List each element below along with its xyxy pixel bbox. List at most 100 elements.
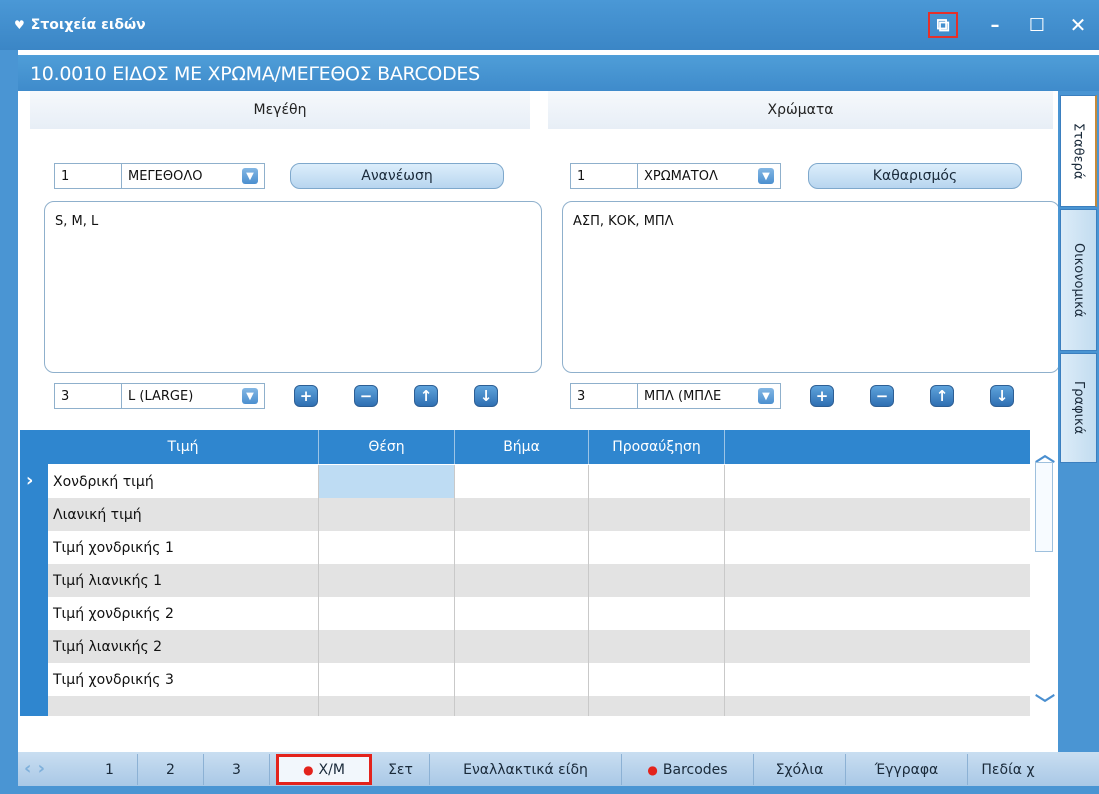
step-cell[interactable] bbox=[455, 564, 589, 597]
sizes-section-title: Μεγέθη bbox=[30, 91, 530, 129]
increase-cell[interactable] bbox=[589, 663, 725, 696]
add-color-button[interactable]: + bbox=[810, 385, 834, 407]
colors-list[interactable]: ΑΣΠ, ΚΟΚ, ΜΠΛ bbox=[562, 201, 1060, 373]
tab-comments[interactable]: Σχόλια bbox=[754, 754, 846, 785]
window-title-text: Στοιχεία ειδών bbox=[30, 17, 146, 33]
price-cell: Τιμή λιανικής 2 bbox=[48, 630, 319, 663]
tab-1[interactable]: 1 bbox=[82, 754, 138, 785]
modified-dot-icon: ● bbox=[303, 762, 314, 777]
position-cell[interactable] bbox=[319, 630, 455, 663]
price-cell: Τιμή λιανικής 1 bbox=[48, 564, 319, 597]
increase-cell[interactable] bbox=[589, 465, 725, 498]
position-cell[interactable] bbox=[319, 696, 455, 716]
side-tabs: Σταθερά Οικονομικά Γραφικά bbox=[1058, 91, 1099, 786]
close-icon[interactable]: ✕ bbox=[1063, 12, 1093, 38]
step-cell[interactable] bbox=[455, 597, 589, 630]
window-title: ♥ Στοιχεία ειδών bbox=[14, 17, 146, 33]
column-header-step[interactable]: Βήμα bbox=[455, 430, 589, 464]
position-cell[interactable] bbox=[319, 498, 455, 531]
table-row[interactable]: Λιανική τιμή bbox=[48, 498, 1030, 531]
prices-grid: › Τιμή Θέση Βήμα Προσαύξηση Χονδρική τιμ… bbox=[20, 430, 1030, 716]
grid-scrollbar[interactable]: ︿ ﹀ bbox=[1031, 430, 1055, 716]
tab-xm[interactable]: ● Χ/Μ bbox=[276, 754, 372, 785]
column-header-increase[interactable]: Προσαύξηση bbox=[589, 430, 725, 464]
tab-documents[interactable]: Έγγραφα bbox=[846, 754, 968, 785]
tab-3[interactable]: 3 bbox=[204, 754, 270, 785]
chevron-down-icon[interactable]: ▼ bbox=[242, 168, 258, 184]
column-header-price[interactable]: Τιμή bbox=[48, 430, 319, 464]
table-row[interactable]: Τιμή χονδρικής 2 bbox=[48, 597, 1030, 630]
position-cell[interactable] bbox=[319, 564, 455, 597]
increase-cell[interactable] bbox=[589, 630, 725, 663]
table-row[interactable] bbox=[48, 696, 1030, 716]
move-down-size-button[interactable]: ↓ bbox=[474, 385, 498, 407]
sizes-index-field[interactable]: 3 bbox=[54, 383, 122, 409]
maximize-icon[interactable]: ☐ bbox=[1022, 12, 1052, 38]
window-frame-bottom bbox=[0, 786, 1099, 794]
colors-combo[interactable]: ΧΡΩΜΑΤΟΛ ▼ bbox=[637, 163, 781, 189]
colors-index-field[interactable]: 3 bbox=[570, 383, 638, 409]
tab-barcodes[interactable]: ● Barcodes bbox=[622, 754, 754, 785]
chevron-down-icon[interactable]: ▼ bbox=[758, 168, 774, 184]
minimize-icon[interactable]: – bbox=[980, 12, 1010, 38]
colors-selected-value: ΜΠΛ (ΜΠΛΕ bbox=[644, 388, 722, 404]
step-cell[interactable] bbox=[455, 498, 589, 531]
sizes-list[interactable]: S, M, L bbox=[44, 201, 542, 373]
remove-color-button[interactable]: − bbox=[870, 385, 894, 407]
tab-set[interactable]: Σετ bbox=[372, 754, 430, 785]
colors-selected-combo[interactable]: ΜΠΛ (ΜΠΛΕ ▼ bbox=[637, 383, 781, 409]
tab-fields[interactable]: Πεδία χ bbox=[968, 754, 1048, 785]
sizes-code-field[interactable]: 1 bbox=[54, 163, 122, 189]
add-size-button[interactable]: + bbox=[294, 385, 318, 407]
tab-nav-arrows-icon[interactable]: ‹ › bbox=[24, 758, 45, 779]
grid-row-selector: › bbox=[20, 430, 48, 716]
remove-size-button[interactable]: − bbox=[354, 385, 378, 407]
price-cell: Τιμή χονδρικής 2 bbox=[48, 597, 319, 630]
tab-stathera[interactable]: Σταθερά bbox=[1060, 95, 1097, 207]
chevron-down-icon[interactable]: ▼ bbox=[758, 388, 774, 404]
position-cell[interactable] bbox=[319, 663, 455, 696]
grid-header: Τιμή Θέση Βήμα Προσαύξηση bbox=[48, 430, 1030, 464]
step-cell[interactable] bbox=[455, 465, 589, 498]
tab-oikonomika[interactable]: Οικονομικά bbox=[1060, 209, 1097, 351]
tab-grafika[interactable]: Γραφικά bbox=[1060, 353, 1097, 463]
scrollbar-thumb[interactable] bbox=[1035, 462, 1053, 552]
tab-alternative-items[interactable]: Εναλλακτικά είδη bbox=[430, 754, 622, 785]
increase-cell[interactable] bbox=[589, 597, 725, 630]
increase-cell[interactable] bbox=[589, 696, 725, 716]
step-cell[interactable] bbox=[455, 663, 589, 696]
table-row[interactable]: Τιμή χονδρικής 3 bbox=[48, 663, 1030, 696]
table-row[interactable]: Τιμή λιανικής 2 bbox=[48, 630, 1030, 663]
position-cell[interactable] bbox=[319, 465, 455, 498]
increase-cell[interactable] bbox=[589, 564, 725, 597]
sizes-selected-combo[interactable]: L (LARGE) ▼ bbox=[121, 383, 265, 409]
clear-button[interactable]: Καθαρισμός bbox=[808, 163, 1022, 189]
bottom-tabs: ‹ › 1 2 3 ● Χ/Μ Σετ Εναλλακτικά είδη ● B… bbox=[18, 752, 1099, 786]
chevron-down-icon[interactable]: ▼ bbox=[242, 388, 258, 404]
colors-section-title: Χρώματα bbox=[548, 91, 1053, 129]
colors-code-field[interactable]: 1 bbox=[570, 163, 638, 189]
move-up-color-button[interactable]: ↑ bbox=[930, 385, 954, 407]
table-row[interactable]: Τιμή λιανικής 1 bbox=[48, 564, 1030, 597]
step-cell[interactable] bbox=[455, 630, 589, 663]
increase-cell[interactable] bbox=[589, 498, 725, 531]
refresh-button[interactable]: Ανανέωση bbox=[290, 163, 504, 189]
step-cell[interactable] bbox=[455, 531, 589, 564]
price-cell: Χονδρική τιμή bbox=[48, 465, 319, 498]
increase-cell[interactable] bbox=[589, 531, 725, 564]
move-up-size-button[interactable]: ↑ bbox=[414, 385, 438, 407]
move-down-color-button[interactable]: ↓ bbox=[990, 385, 1014, 407]
column-header-position[interactable]: Θέση bbox=[319, 430, 455, 464]
position-cell[interactable] bbox=[319, 531, 455, 564]
step-cell[interactable] bbox=[455, 696, 589, 716]
sizes-combo[interactable]: ΜΕΓΕΘΟΛΟ ▼ bbox=[121, 163, 265, 189]
position-cell[interactable] bbox=[319, 597, 455, 630]
window-titlebar: ♥ Στοιχεία ειδών ⧉ – ☐ ✕ bbox=[0, 0, 1099, 50]
detach-window-icon[interactable]: ⧉ bbox=[928, 12, 958, 38]
window-frame-left bbox=[0, 50, 18, 794]
tab-2[interactable]: 2 bbox=[138, 754, 204, 785]
colors-combo-value: ΧΡΩΜΑΤΟΛ bbox=[644, 168, 718, 184]
table-row[interactable]: Χονδρική τιμή bbox=[48, 465, 1030, 498]
table-row[interactable]: Τιμή χονδρικής 1 bbox=[48, 531, 1030, 564]
chevron-down-icon[interactable]: ﹀ bbox=[1035, 688, 1055, 717]
